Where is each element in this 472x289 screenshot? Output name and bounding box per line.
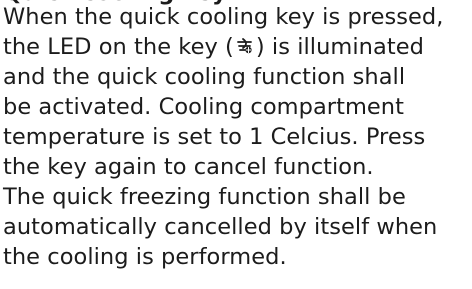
paragraph-line-4: be activated. Cooling compartment: [3, 94, 404, 120]
paragraph-line-8: automatically cancelled by itself when: [3, 214, 438, 240]
paragraph-line-6: the key again to cancel function.: [3, 154, 374, 180]
document-page: Quick cooling key When the quick cooling…: [0, 0, 472, 289]
quick-cooling-fan-icon: [235, 36, 255, 56]
paragraph-line-3: and the quick cooling function shall: [3, 64, 406, 90]
paragraph-line-2-end: ) is illuminated: [255, 34, 424, 60]
paragraph-line-5: temperature is set to 1 Celcius. Press: [3, 124, 426, 150]
paragraph-line-2-start: the LED on the key (: [3, 34, 234, 60]
paragraph-line-9: the cooling is performed.: [3, 244, 287, 270]
paragraph-line-7: The quick freezing function shall be: [3, 184, 406, 210]
paragraph-line-1: When the quick cooling key is pressed,: [3, 4, 444, 30]
paragraph-line-2: the LED on the key ( ) is illuminated: [3, 32, 424, 62]
